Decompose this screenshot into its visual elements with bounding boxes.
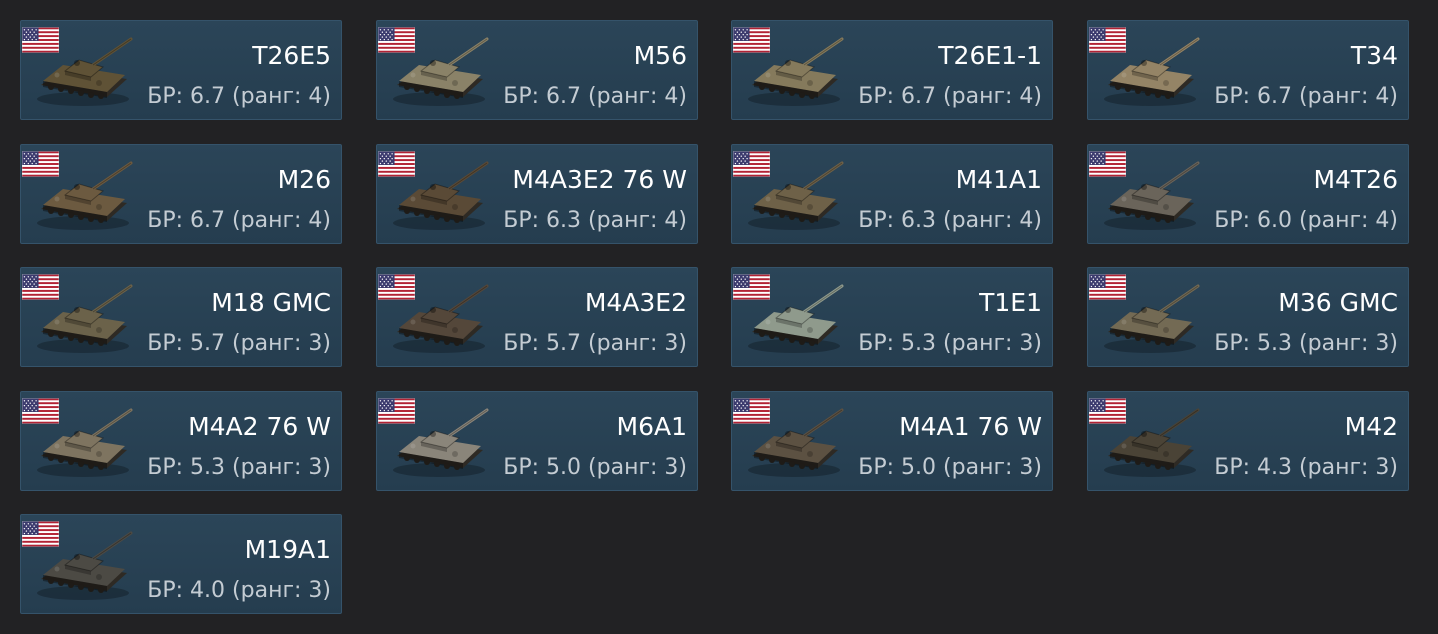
- vehicle-name: M4A3E2 76 W: [512, 165, 687, 194]
- usa-flag-icon: [378, 151, 415, 177]
- battle-rating: БР: 6.7 (ранг: 4): [147, 84, 331, 109]
- usa-flag-icon: [22, 274, 59, 300]
- vehicle-name: T1E1: [979, 288, 1042, 317]
- vehicle-card[interactable]: M4A1 76 W БР: 5.0 (ранг: 3): [731, 391, 1053, 491]
- vehicle-name: M18 GMC: [211, 288, 331, 317]
- vehicle-name: M6A1: [616, 412, 687, 441]
- vehicle-name: M4T26: [1313, 165, 1398, 194]
- battle-rating: БР: 6.7 (ранг: 4): [858, 84, 1042, 109]
- vehicle-name: T34: [1350, 41, 1398, 70]
- vehicle-name: M41A1: [955, 165, 1042, 194]
- vehicle-card[interactable]: M4A2 76 W БР: 5.3 (ранг: 3): [20, 391, 342, 491]
- battle-rating: БР: 5.0 (ранг: 3): [503, 455, 687, 480]
- vehicle-name: T26E1-1: [938, 41, 1042, 70]
- vehicle-name: M4A2 76 W: [188, 412, 331, 441]
- battle-rating: БР: 5.3 (ранг: 3): [1214, 331, 1398, 356]
- vehicle-card[interactable]: M6A1 БР: 5.0 (ранг: 3): [376, 391, 698, 491]
- battle-rating: БР: 6.3 (ранг: 4): [503, 208, 687, 233]
- usa-flag-icon: [733, 398, 770, 424]
- usa-flag-icon: [378, 27, 415, 53]
- vehicle-name: M4A3E2: [584, 288, 687, 317]
- battle-rating: БР: 6.3 (ранг: 4): [858, 208, 1042, 233]
- battle-rating: БР: 5.7 (ранг: 3): [503, 331, 687, 356]
- vehicle-card[interactable]: M4T26 БР: 6.0 (ранг: 4): [1087, 144, 1409, 244]
- vehicle-card[interactable]: T34 БР: 6.7 (ранг: 4): [1087, 20, 1409, 120]
- vehicle-card[interactable]: M42 БР: 4.3 (ранг: 3): [1087, 391, 1409, 491]
- vehicle-card[interactable]: M41A1 БР: 6.3 (ранг: 4): [731, 144, 1053, 244]
- battle-rating: БР: 5.3 (ранг: 3): [858, 331, 1042, 356]
- usa-flag-icon: [1089, 151, 1126, 177]
- usa-flag-icon: [22, 151, 59, 177]
- vehicle-name: M42: [1344, 412, 1398, 441]
- battle-rating: БР: 6.7 (ранг: 4): [1214, 84, 1398, 109]
- battle-rating: БР: 5.7 (ранг: 3): [147, 331, 331, 356]
- usa-flag-icon: [22, 27, 59, 53]
- battle-rating: БР: 5.0 (ранг: 3): [858, 455, 1042, 480]
- usa-flag-icon: [22, 521, 59, 547]
- vehicle-name: M36 GMC: [1278, 288, 1398, 317]
- vehicle-card[interactable]: T26E1-1 БР: 6.7 (ранг: 4): [731, 20, 1053, 120]
- vehicle-card[interactable]: T1E1 БР: 5.3 (ранг: 3): [731, 267, 1053, 367]
- vehicle-card[interactable]: M56 БР: 6.7 (ранг: 4): [376, 20, 698, 120]
- vehicle-card[interactable]: M4A3E2 76 W БР: 6.3 (ранг: 4): [376, 144, 698, 244]
- battle-rating: БР: 6.7 (ранг: 4): [147, 208, 331, 233]
- vehicle-name: M56: [633, 41, 687, 70]
- usa-flag-icon: [378, 274, 415, 300]
- usa-flag-icon: [378, 398, 415, 424]
- battle-rating: БР: 4.3 (ранг: 3): [1214, 455, 1398, 480]
- usa-flag-icon: [22, 398, 59, 424]
- vehicle-card[interactable]: M19A1 БР: 4.0 (ранг: 3): [20, 514, 342, 614]
- battle-rating: БР: 4.0 (ранг: 3): [147, 578, 331, 603]
- vehicle-name: T26E5: [252, 41, 331, 70]
- vehicle-name: M19A1: [244, 535, 331, 564]
- vehicle-card[interactable]: M18 GMC БР: 5.7 (ранг: 3): [20, 267, 342, 367]
- battle-rating: БР: 5.3 (ранг: 3): [147, 455, 331, 480]
- vehicle-name: M26: [277, 165, 331, 194]
- usa-flag-icon: [1089, 27, 1126, 53]
- usa-flag-icon: [733, 151, 770, 177]
- battle-rating: БР: 6.7 (ранг: 4): [503, 84, 687, 109]
- usa-flag-icon: [733, 27, 770, 53]
- vehicle-card[interactable]: T26E5 БР: 6.7 (ранг: 4): [20, 20, 342, 120]
- vehicle-name: M4A1 76 W: [899, 412, 1042, 441]
- vehicle-card[interactable]: M26 БР: 6.7 (ранг: 4): [20, 144, 342, 244]
- battle-rating: БР: 6.0 (ранг: 4): [1214, 208, 1398, 233]
- usa-flag-icon: [1089, 398, 1126, 424]
- usa-flag-icon: [733, 274, 770, 300]
- usa-flag-icon: [1089, 274, 1126, 300]
- vehicle-card[interactable]: M36 GMC БР: 5.3 (ранг: 3): [1087, 267, 1409, 367]
- vehicle-card[interactable]: M4A3E2 БР: 5.7 (ранг: 3): [376, 267, 698, 367]
